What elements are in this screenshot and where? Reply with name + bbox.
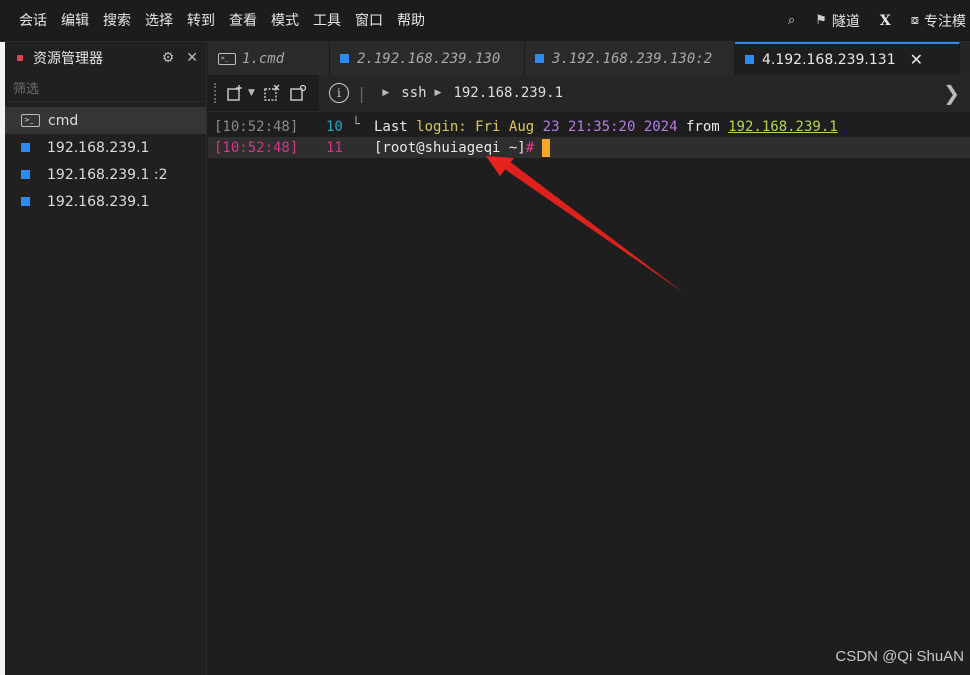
sidebar-header-buttons: ⚙ ✕ — [162, 50, 198, 66]
line-content: [root@shuiageqi ~]# — [374, 138, 551, 157]
menu-list: 会话 编辑 搜索 选择 转到 查看 模式 工具 窗口 帮助 — [0, 0, 432, 42]
sidebar-item-label: 192.168.239.1 :2 — [47, 166, 168, 183]
breadcrumb-host[interactable]: 192.168.239.1 — [453, 85, 563, 101]
square-icon — [340, 54, 349, 63]
line-timestamp: [10:52:48] — [214, 118, 299, 135]
tab-bar: >_ 1.cmd 2.192.168.239.130 3.192.168.239… — [208, 42, 970, 75]
tab-session-4[interactable]: 4.192.168.239.131 ✕ — [735, 42, 960, 75]
watermark: CSDN @Qi ShuAN — [835, 648, 964, 665]
sidebar-filter-input[interactable]: 筛选 — [5, 74, 206, 102]
terminal-output[interactable]: [10:52:48] 10 └ Last login: Fri Aug 23 2… — [208, 112, 970, 675]
sidebar-item-label: 192.168.239.1 — [47, 139, 150, 156]
tab-session-3[interactable]: 3.192.168.239.130:2 — [525, 42, 735, 75]
tab-cmd[interactable]: >_ 1.cmd — [208, 42, 330, 75]
sidebar-status-icon — [17, 55, 23, 61]
sidebar-title: 资源管理器 — [33, 51, 103, 67]
sidebar-item-label: cmd — [48, 112, 79, 129]
focus-mode-button[interactable]: ⧇ 专注模 — [911, 11, 966, 31]
menu-tools[interactable]: 工具 — [306, 0, 348, 42]
play-arrow-icon: ▶ — [382, 88, 390, 98]
menu-search[interactable]: 搜索 — [96, 0, 138, 42]
terminal-icon: >_ — [21, 114, 40, 127]
chevron-down-icon[interactable]: ▼ — [248, 88, 255, 98]
tunnel-button[interactable]: ⚑ 隧道 — [815, 11, 860, 31]
menu-session[interactable]: 会话 — [12, 0, 54, 42]
breadcrumb-divider: | — [358, 83, 365, 103]
sidebar-item-cmd[interactable]: >_ cmd — [5, 107, 206, 134]
close-icon[interactable]: ✕ — [186, 50, 198, 66]
text-from: from — [685, 118, 720, 135]
toolbar-grip — [214, 83, 222, 103]
close-tab-icon[interactable] — [259, 80, 285, 106]
menu-view[interactable]: 查看 — [222, 0, 264, 42]
text-day: Fri — [475, 118, 501, 135]
sidebar-item-session-2[interactable]: 192.168.239.1 :2 — [5, 161, 206, 188]
gear-icon[interactable]: ⚙ — [162, 50, 175, 66]
tunnel-icon: ⚑ — [815, 13, 827, 28]
breadcrumb-ssh[interactable]: ssh — [401, 85, 426, 101]
menu-help[interactable]: 帮助 — [390, 0, 432, 42]
line-timestamp: [10:52:48] — [214, 139, 299, 156]
menubar-right-tools: ⌕ ⚑ 隧道 X ⧇ 专注模 — [788, 11, 970, 31]
tab-session-2[interactable]: 2.192.168.239.130 — [330, 42, 525, 75]
sidebar-header: 资源管理器 ⚙ ✕ — [5, 42, 206, 74]
focus-label: 专注模 — [924, 13, 966, 30]
menu-bar: 会话 编辑 搜索 选择 转到 查看 模式 工具 窗口 帮助 ⌕ ⚑ 隧道 X ⧇… — [0, 0, 970, 42]
focus-icon: ⧇ — [910, 13, 919, 28]
square-icon — [745, 55, 754, 64]
text-month: Aug — [508, 118, 535, 135]
line-number: 11 — [326, 139, 343, 156]
tab-label: 1.cmd — [242, 50, 285, 67]
text-time: 21:35:20 — [567, 118, 636, 135]
menu-window[interactable]: 窗口 — [348, 0, 390, 42]
sidebar-item-session-3[interactable]: 192.168.239.1 — [5, 188, 206, 215]
menu-goto[interactable]: 转到 — [180, 0, 222, 42]
terminal-cursor — [542, 138, 551, 157]
text-login: login: — [416, 118, 467, 135]
explorer-sidebar: 资源管理器 ⚙ ✕ 筛选 >_ cmd 192.168.239.1 192.16… — [5, 42, 207, 675]
close-icon[interactable]: ✕ — [910, 50, 923, 69]
square-icon — [21, 143, 30, 152]
x-button[interactable]: X — [880, 13, 891, 29]
chevron-right-icon[interactable]: ❯ — [943, 81, 960, 105]
square-icon — [21, 197, 30, 206]
sidebar-item-session-1[interactable]: 192.168.239.1 — [5, 134, 206, 161]
search-icon: ⌕ — [787, 13, 796, 28]
line-connector-icon: └ — [352, 117, 360, 132]
menu-mode[interactable]: 模式 — [264, 0, 306, 42]
new-tab-icon[interactable] — [222, 80, 248, 106]
line-number: 10 — [326, 118, 343, 135]
sidebar-item-label: 192.168.239.1 — [47, 193, 150, 210]
search-button[interactable]: ⌕ — [788, 13, 795, 28]
text-last: Last — [374, 118, 408, 135]
text-date: 23 — [542, 118, 560, 135]
terminal-line-current: [10:52:48] 11 [root@shuiageqi ~]# — [208, 137, 970, 158]
shell-prompt: [root@shuiageqi ~] — [374, 139, 526, 156]
play-arrow-icon: ▶ — [434, 88, 442, 98]
line-content: Last login: Fri Aug 23 21:35:20 2024 fro… — [374, 119, 838, 135]
text-year: 2024 — [643, 118, 678, 135]
text-ip[interactable]: 192.168.239.1 — [728, 119, 838, 135]
session-list: >_ cmd 192.168.239.1 192.168.239.1 :2 19… — [5, 102, 206, 215]
square-icon — [535, 54, 544, 63]
tab-label: 2.192.168.239.130 — [357, 50, 501, 67]
breadcrumb: i | ▶ ssh ▶ 192.168.239.1 ❯ — [318, 74, 970, 112]
x-label: X — [879, 12, 891, 29]
info-icon[interactable]: i — [328, 83, 349, 103]
tunnel-label: 隧道 — [831, 13, 860, 30]
menu-select[interactable]: 选择 — [138, 0, 180, 42]
duplicate-tab-icon[interactable] — [285, 80, 311, 106]
tab-label: 3.192.168.239.130:2 — [552, 50, 713, 67]
menu-edit[interactable]: 编辑 — [54, 0, 96, 42]
tab-label: 4.192.168.239.131 — [762, 51, 896, 68]
square-icon — [21, 170, 30, 179]
prompt-hash: # — [525, 139, 535, 156]
terminal-icon: >_ — [218, 52, 236, 65]
terminal-toolbar: ▼ i | ▶ ssh ▶ 192.168.239.1 ❯ — [208, 74, 970, 112]
terminal-line: [10:52:48] 10 └ Last login: Fri Aug 23 2… — [208, 116, 970, 137]
